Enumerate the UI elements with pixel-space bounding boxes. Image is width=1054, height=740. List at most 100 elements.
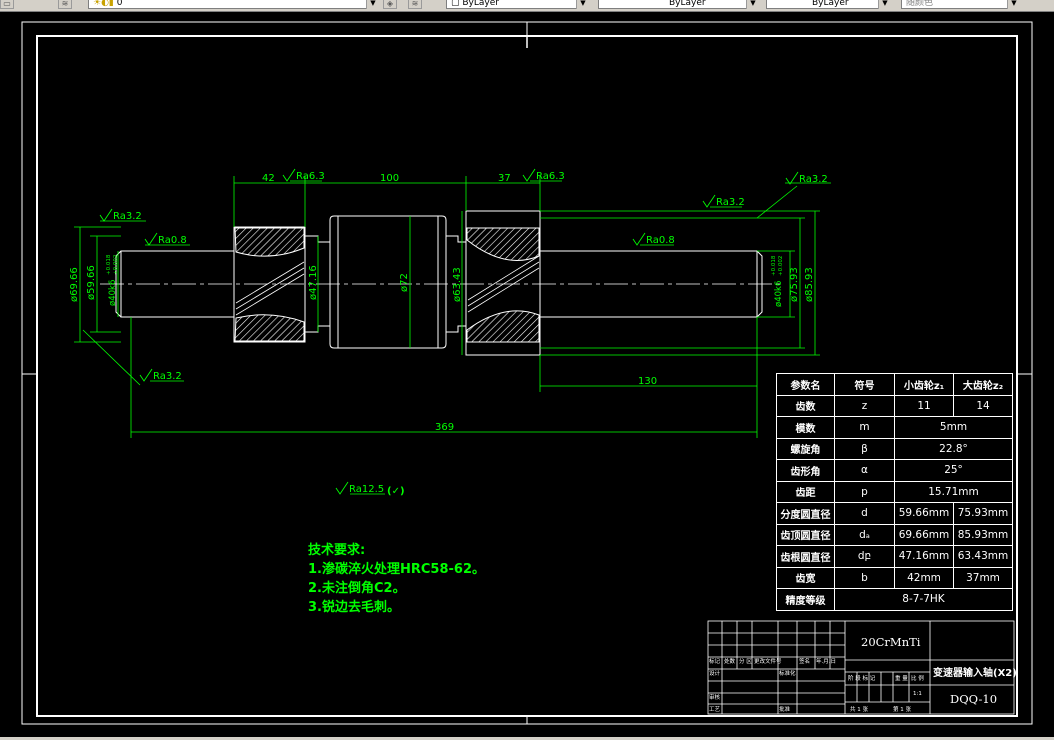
row-value-merged: 22.8° [894,437,1013,460]
row-value-1: 42mm [894,566,954,589]
chevron-down-icon[interactable]: ▼ [576,0,589,9]
dim-dia-5966: ø59.66 [86,265,97,300]
roughness-gear1: Ra6.3 [296,171,325,182]
layer-value: 0 [116,0,123,8]
dim-37: 37 [498,173,511,184]
row-name: 齿顶圆直径 [776,523,835,546]
part-name: 变速器输入轴(X2) [933,666,1017,679]
layer-previous-button[interactable]: ▭ [0,0,14,9]
row-value-2: 14 [953,394,1013,417]
dim-dia-8593: ø85.93 [804,267,815,302]
table-row: 齿形角 α 25° [776,459,1013,482]
tech-req-item-3: 3.锐边去毛刺。 [308,600,400,615]
roughness-gear2: Ra6.3 [536,171,565,182]
table-row: 螺旋角 β 22.8° [776,437,1013,460]
dim-dia-72: ø72 [399,273,410,292]
roughness-left-top: Ra3.2 [113,211,142,222]
label-stage: 阶 段 标 记 [848,674,876,682]
table-row: 模数 m 5mm [776,416,1013,439]
table-row: 齿顶圆直径 dₐ 69.66mm 85.93mm [776,523,1013,546]
layer-dropdown[interactable]: ☀◐▮ 0 [88,0,378,9]
row-name: 螺旋角 [776,437,835,460]
tol-right-top: +0.018 [771,255,777,276]
chevron-down-icon[interactable]: ▼ [366,0,379,9]
dim-dia-7593: ø75.93 [789,267,800,302]
table-row: 分度圆直径 d 59.66mm 75.93mm [776,502,1013,525]
dimension-lines [74,176,831,495]
row-value-1: 69.66mm [894,523,954,546]
row-symbol: α [834,459,895,482]
roughness-left-bottom: Ra3.2 [153,371,182,382]
linetype-dropdown[interactable]: ByLayer [598,0,758,9]
row-value-1: 47.16mm [894,545,954,568]
roughness-left-08: Ra0.8 [158,235,187,246]
sheet-of: 共 1 张 [850,705,868,713]
color-swatch-icon: ▢ [451,0,463,8]
tech-req-item-1: 1.渗碳淬火处理HRC58-62。 [308,562,485,577]
plotstyle-value: 随颜色 [906,0,934,8]
dim-dia-40k6-right: ø40k6 [774,281,784,307]
layer-icons: ☀◐▮ [93,0,117,8]
row-name: 齿距 [776,480,835,503]
dim-100: 100 [380,173,399,184]
technical-requirements: 技术要求: 1.渗碳淬火处理HRC58-62。 2.未注倒角C2。 3.锐边去毛… [308,541,485,617]
table-header-row: 参数名 符号 小齿轮z₁ 大齿轮z₂ [776,373,1013,396]
linetype-value: ByLayer [669,0,706,8]
header-symbol: 符号 [834,373,895,396]
row-symbol: z [834,394,895,417]
header-pinion: 小齿轮z₁ [894,373,954,396]
layer-previous-icon[interactable]: ≋ [408,0,422,9]
chevron-down-icon[interactable]: ▼ [746,0,759,9]
row-value-merged: 15.71mm [894,480,1013,503]
row-symbol: b [834,566,895,589]
dim-dia-40k6-left: ø40k6 [108,280,118,306]
sheet-no: 第 1 张 [893,705,911,713]
dim-dia-4716: ø47.16 [308,265,319,300]
tol-right-bot: +0.002 [778,256,784,276]
color-dropdown[interactable]: ▢ ByLayer [446,0,588,9]
lineweight-dropdown[interactable]: ByLayer [766,0,890,9]
table-row: 齿距 p 15.71mm [776,480,1013,503]
row-symbol: dբ [834,545,895,568]
plotstyle-dropdown[interactable]: 随颜色 [901,0,1019,9]
dim-dia-6343: ø63.43 [452,267,463,302]
table-row: 齿宽 b 42mm 37mm [776,566,1013,589]
gear-hatch [234,227,540,343]
row-value-merged: 5mm [894,416,1013,439]
row-name: 齿数 [776,394,835,417]
chevron-down-icon[interactable]: ▼ [1007,0,1020,9]
material-text: 20CrMnTi [861,635,921,649]
row-value-1: 59.66mm [894,502,954,525]
row-name: 齿宽 [776,566,835,589]
dim-dia-6966: ø69.66 [69,267,80,302]
row-name: 齿形角 [776,459,835,482]
make-current-layer-icon[interactable]: ◈ [383,0,397,9]
row-value-2: 63.43mm [953,545,1013,568]
label-approve: 批准 [779,705,791,713]
scale-value: 1:1 [913,691,922,697]
label-weight: 重 量 [895,674,908,682]
row-value-1: 11 [894,394,954,417]
precision-label: 精度等级 [776,588,835,611]
layer-states-icon[interactable]: ≋ [58,0,72,9]
middle-collar [329,215,447,349]
row-symbol: dₐ [834,523,895,546]
roughness-right-top2: Ra3.2 [716,197,745,208]
color-value: ByLayer [462,0,499,8]
label-change-doc: 更改文件号 [754,657,782,665]
row-value-2: 37mm [953,566,1013,589]
header-param-name: 参数名 [776,373,835,396]
gear-parameter-table: 参数名 符号 小齿轮z₁ 大齿轮z₂ 齿数 z 11 14 模数 m 5mm 螺… [776,373,1013,611]
row-value-2: 75.93mm [953,502,1013,525]
dim-369: 369 [435,422,454,433]
row-symbol: m [834,416,895,439]
dim-42: 42 [262,173,275,184]
label-review: 审核 [709,693,721,701]
label-design: 设计 [709,669,721,677]
table-row: 齿数 z 11 14 [776,394,1013,417]
roughness-right-top1: Ra3.2 [799,174,828,185]
row-name: 分度圆直径 [776,502,835,525]
chevron-down-icon[interactable]: ▼ [878,0,891,9]
row-symbol: p [834,480,895,503]
label-scale: 比 例 [911,674,924,682]
